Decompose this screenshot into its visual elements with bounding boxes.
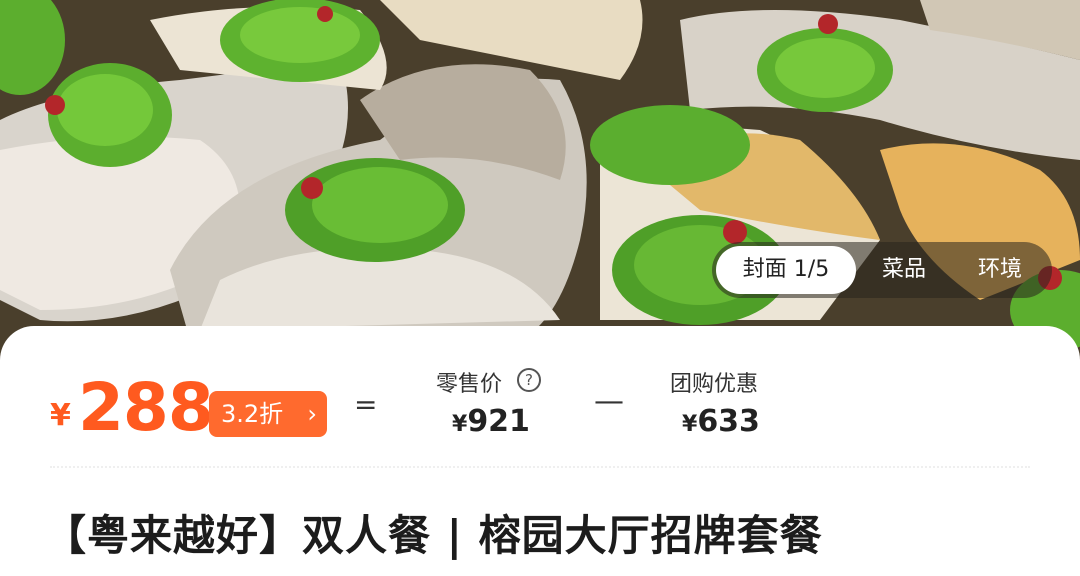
retail-price-label: 零售价 bbox=[436, 372, 503, 397]
discount-label: 3.2折 bbox=[221, 400, 284, 428]
price-currency: ¥ bbox=[50, 398, 71, 433]
tab-cover[interactable]: 封面 1/5 bbox=[716, 246, 856, 294]
deal-price: 288 bbox=[78, 369, 214, 446]
retail-currency: ¥ bbox=[452, 412, 468, 437]
group-discount: ¥633 bbox=[682, 404, 760, 439]
gallery-tabs: 封面 1/5 菜品 环境 bbox=[712, 242, 1052, 298]
cover-image[interactable]: 封面 1/5 菜品 环境 bbox=[0, 0, 1080, 360]
tab-environment[interactable]: 环境 bbox=[955, 246, 1045, 294]
chevron-right-icon: › bbox=[307, 400, 317, 428]
fish-dish-photo bbox=[0, 0, 1080, 360]
discount-badge[interactable]: 3.2折 › bbox=[209, 391, 327, 437]
group-currency: ¥ bbox=[682, 412, 698, 437]
equals-sign: = bbox=[354, 388, 378, 421]
minus-sign: — bbox=[594, 384, 624, 419]
tab-dishes[interactable]: 菜品 bbox=[859, 246, 949, 294]
group-discount-value: 633 bbox=[697, 404, 760, 439]
retail-price: ¥921 bbox=[452, 404, 530, 439]
group-discount-label: 团购优惠 bbox=[670, 372, 759, 397]
divider bbox=[50, 466, 1030, 468]
deal-title: 【粤来越好】双人餐 | 榕园大厅招牌套餐 bbox=[44, 511, 823, 560]
question-circle-icon[interactable]: ? bbox=[517, 368, 541, 392]
retail-price-value: 921 bbox=[467, 404, 530, 439]
